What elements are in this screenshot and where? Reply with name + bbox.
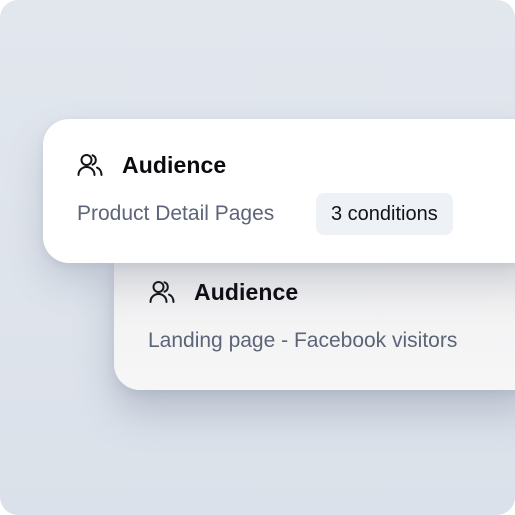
card-header: Audience bbox=[148, 278, 298, 306]
card-title: Audience bbox=[122, 151, 227, 178]
audience-card-primary[interactable]: Audience Product Detail Pages 3 conditio… bbox=[43, 119, 515, 263]
card-title: Audience bbox=[194, 278, 299, 305]
users-icon bbox=[148, 278, 176, 306]
canvas-background: Audience Landing page - Facebook visitor… bbox=[0, 0, 515, 515]
audience-description: Product Detail Pages bbox=[77, 202, 275, 225]
users-icon bbox=[76, 151, 104, 179]
audience-description: Landing page - Facebook visitors bbox=[148, 329, 458, 352]
card-header: Audience bbox=[76, 151, 226, 179]
conditions-badge[interactable]: 3 conditions bbox=[316, 193, 453, 235]
